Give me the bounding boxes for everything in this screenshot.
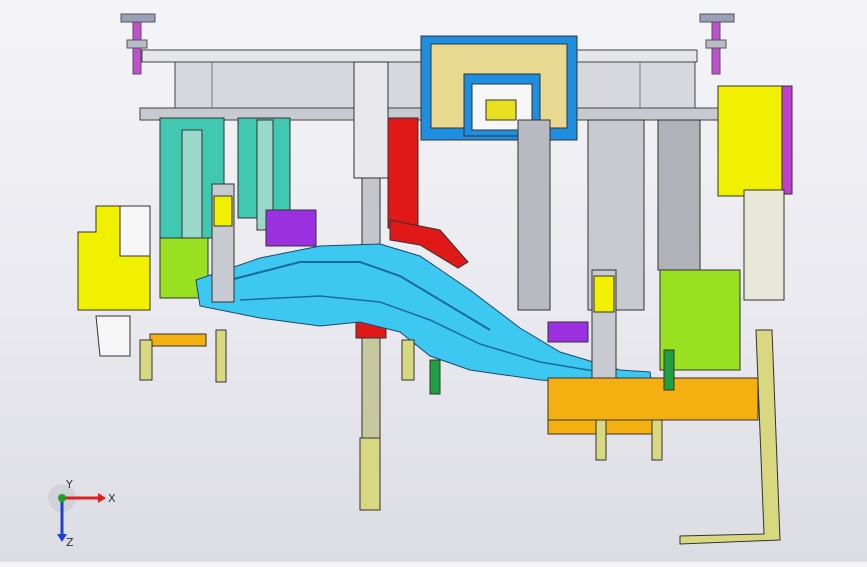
control-box (420, 35, 578, 141)
left-yellow-clamps (77, 205, 151, 357)
lift-pin-right (699, 13, 735, 75)
fixture-assembly-drawing (77, 13, 793, 545)
y-axis-label: Y (65, 480, 73, 491)
coordinate-triad-icon: X Y Z (48, 480, 116, 549)
cad-viewport[interactable]: X Y Z (0, 0, 867, 562)
y-axis-dot (58, 494, 66, 502)
cyan-workpiece (195, 243, 653, 387)
yellow-motor-box (717, 85, 793, 301)
clamp-unit-right (591, 269, 617, 387)
x-axis-label: X (108, 492, 116, 505)
z-axis-label: Z (66, 536, 74, 549)
lift-pin-left (120, 13, 156, 75)
clamp-unit-left (211, 183, 235, 303)
